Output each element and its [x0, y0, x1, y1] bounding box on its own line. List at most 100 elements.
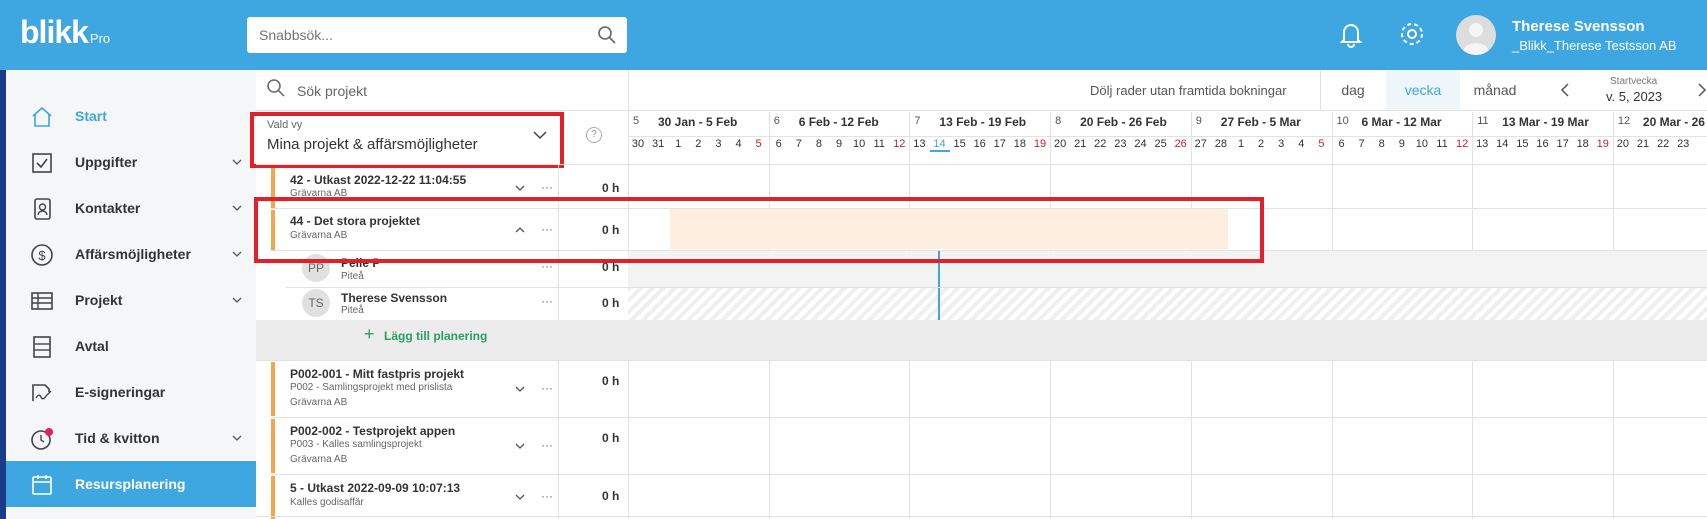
- day-cell[interactable]: 19: [1593, 138, 1613, 150]
- person-name[interactable]: Therese Svensson: [341, 291, 447, 305]
- day-cell[interactable]: 30: [628, 138, 648, 150]
- view-week-button[interactable]: vecka: [1386, 70, 1460, 110]
- day-cell[interactable]: 10: [849, 138, 869, 150]
- day-cell[interactable]: 9: [1392, 138, 1412, 150]
- quick-search-input[interactable]: [247, 17, 627, 53]
- day-cell[interactable]: 6: [1332, 138, 1352, 150]
- search-project-input[interactable]: Sök projekt: [297, 83, 367, 99]
- sidebar-item-e-signeringar[interactable]: E-signeringar: [6, 369, 256, 415]
- more-icon[interactable]: ···: [541, 294, 553, 308]
- day-cell[interactable]: 2: [1251, 138, 1271, 150]
- day-cell[interactable]: 25: [1151, 138, 1171, 150]
- more-icon[interactable]: ···: [541, 180, 553, 194]
- day-cell[interactable]: 4: [1291, 138, 1311, 150]
- sidebar-item-uppgifter[interactable]: Uppgifter: [6, 139, 256, 185]
- day-cell[interactable]: 11: [869, 138, 889, 150]
- day-cell[interactable]: 13: [1472, 138, 1492, 150]
- day-cell[interactable]: 11: [1432, 138, 1452, 150]
- plus-icon[interactable]: +: [364, 324, 375, 345]
- day-cell[interactable]: 17: [1553, 138, 1573, 150]
- day-cell[interactable]: 4: [729, 138, 749, 150]
- more-icon[interactable]: ···: [541, 489, 553, 503]
- view-day-button[interactable]: dag: [1320, 70, 1386, 110]
- day-cell[interactable]: 28: [1211, 138, 1231, 150]
- day-cell[interactable]: 14: [929, 138, 950, 152]
- day-cell[interactable]: 18: [1573, 138, 1593, 150]
- project-title[interactable]: 5 - Utkast 2022-09-09 10:07:13: [290, 481, 460, 495]
- day-cell[interactable]: 17: [990, 138, 1010, 150]
- user-company[interactable]: _Blikk_Therese Testsson AB: [1512, 38, 1677, 53]
- more-icon[interactable]: ···: [541, 381, 553, 395]
- day-cell[interactable]: 3: [708, 138, 728, 150]
- day-cell[interactable]: 8: [1372, 138, 1392, 150]
- day-cell[interactable]: 20: [1050, 138, 1070, 150]
- day-cell[interactable]: 21: [1070, 138, 1090, 150]
- gear-icon[interactable]: [1398, 20, 1426, 48]
- day-cell[interactable]: 10: [1412, 138, 1432, 150]
- day-cell[interactable]: 18: [1010, 138, 1030, 150]
- day-cell[interactable]: 22: [1653, 138, 1673, 150]
- chevron-down-icon[interactable]: [232, 250, 242, 258]
- sidebar-item-start[interactable]: Start: [6, 93, 256, 139]
- day-cell[interactable]: 13: [909, 138, 929, 150]
- day-cell[interactable]: 5: [749, 138, 769, 150]
- search-icon[interactable]: [266, 78, 286, 98]
- chevron-right-icon[interactable]: [1697, 82, 1707, 98]
- project-title[interactable]: P002-002 - Testprojekt appen: [290, 424, 455, 438]
- project-title[interactable]: 42 - Utkast 2022-12-22 11:04:55: [290, 173, 466, 187]
- day-cell[interactable]: 31: [648, 138, 668, 150]
- sidebar-item-tid-kvitton[interactable]: Tid & kvitton: [6, 415, 256, 461]
- app-logo[interactable]: blikk Pro: [20, 14, 110, 51]
- day-cell[interactable]: 7: [1352, 138, 1372, 150]
- day-cell[interactable]: 22: [1090, 138, 1110, 150]
- day-cell[interactable]: 16: [1533, 138, 1553, 150]
- chevron-down-icon[interactable]: [232, 158, 242, 166]
- view-month-button[interactable]: månad: [1460, 70, 1530, 110]
- chevron-down-icon[interactable]: [515, 385, 525, 393]
- day-cell[interactable]: 6: [769, 138, 789, 150]
- hide-rows-toggle[interactable]: Dölj rader utan framtida bokningar: [1090, 83, 1287, 98]
- day-cell[interactable]: 26: [1171, 138, 1191, 150]
- day-cell[interactable]: 14: [1492, 138, 1512, 150]
- user-avatar[interactable]: [1456, 15, 1496, 55]
- day-cell[interactable]: 15: [950, 138, 970, 150]
- day-cell[interactable]: 21: [1633, 138, 1653, 150]
- day-cell[interactable]: 9: [829, 138, 849, 150]
- user-name[interactable]: Therese Svensson: [1512, 18, 1645, 35]
- day-cell[interactable]: 7: [789, 138, 809, 150]
- chevron-down-icon[interactable]: [515, 493, 525, 501]
- day-cell[interactable]: 12: [1452, 138, 1472, 150]
- chevron-down-icon[interactable]: [515, 442, 525, 450]
- chevron-left-icon[interactable]: [1560, 82, 1570, 98]
- day-cell[interactable]: 8: [809, 138, 829, 150]
- sidebar-item-kontakter[interactable]: Kontakter: [6, 185, 256, 231]
- sidebar-item-affarsmojligheter[interactable]: $ Affärsmöjligheter: [6, 231, 256, 277]
- day-cell[interactable]: 2: [688, 138, 708, 150]
- bell-icon[interactable]: [1337, 20, 1365, 48]
- day-cell[interactable]: 12: [889, 138, 909, 150]
- sidebar-item-projekt[interactable]: Projekt: [6, 277, 256, 323]
- chevron-down-icon[interactable]: [232, 296, 242, 304]
- chevron-down-icon[interactable]: [232, 204, 242, 212]
- day-cell[interactable]: 19: [1030, 138, 1050, 150]
- day-cell[interactable]: 3: [1271, 138, 1291, 150]
- chevron-down-icon[interactable]: [232, 434, 242, 442]
- sidebar-item-avtal[interactable]: Avtal: [6, 323, 256, 369]
- day-cell[interactable]: 16: [970, 138, 990, 150]
- chevron-down-icon[interactable]: [515, 184, 525, 192]
- day-cell[interactable]: 1: [1231, 138, 1251, 150]
- day-cell[interactable]: 15: [1512, 138, 1532, 150]
- sidebar-item-resursplanering[interactable]: Resursplanering: [6, 461, 256, 507]
- help-icon[interactable]: ?: [586, 127, 602, 143]
- day-cell[interactable]: 20: [1613, 138, 1633, 150]
- more-icon[interactable]: ···: [541, 438, 553, 452]
- day-cell[interactable]: 5: [1311, 138, 1331, 150]
- day-cell[interactable]: 23: [1110, 138, 1130, 150]
- project-title[interactable]: P002-001 - Mitt fastpris projekt: [290, 367, 464, 381]
- search-icon[interactable]: [597, 25, 617, 45]
- day-cell[interactable]: 27: [1191, 138, 1211, 150]
- day-cell[interactable]: 24: [1131, 138, 1151, 150]
- add-planning-label[interactable]: Lägg till planering: [384, 329, 487, 343]
- day-cell[interactable]: 1: [668, 138, 688, 150]
- day-cell[interactable]: 23: [1673, 138, 1693, 150]
